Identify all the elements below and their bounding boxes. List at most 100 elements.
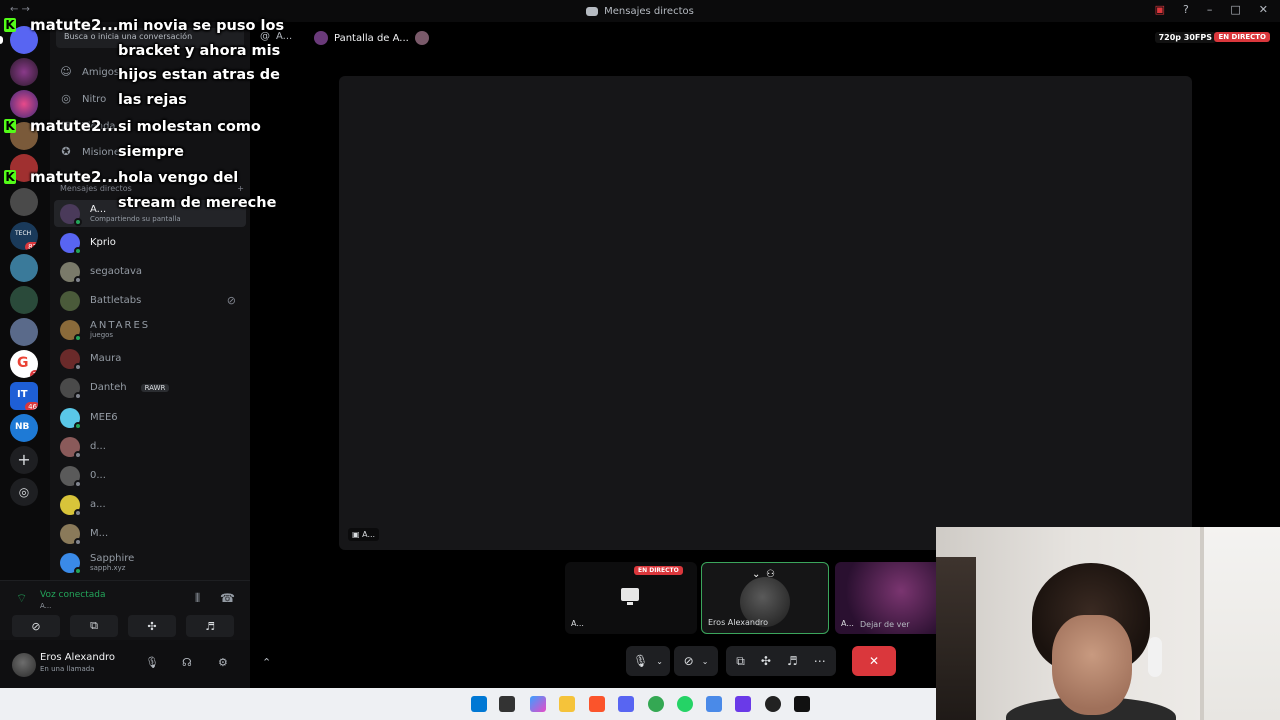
minimize-button[interactable]: – — [1207, 3, 1213, 16]
app-icon[interactable] — [735, 696, 751, 712]
dm-item[interactable]: Danteh RAWR — [54, 374, 246, 401]
clan-tag: RAWR — [140, 383, 170, 392]
dm-item[interactable]: segaotava — [54, 258, 246, 285]
nitro-icon: ◎ — [61, 92, 71, 105]
soundboard-icon: ♬ — [786, 654, 798, 668]
noise-suppression-icon[interactable]: ⫴ — [195, 591, 200, 606]
avatar — [60, 232, 82, 255]
server-icon[interactable] — [10, 286, 38, 314]
leave-tooltip: Dejar de ver — [860, 620, 910, 629]
headphones-icon[interactable]: ☊ — [182, 656, 192, 669]
camera-button[interactable]: ⊘ — [12, 615, 60, 637]
server-icon[interactable] — [10, 58, 38, 86]
person-face — [1052, 615, 1132, 715]
stream-screen[interactable] — [339, 76, 1192, 550]
dm-item[interactable]: Kprio — [54, 229, 246, 256]
blocked-icon: ⊘ — [226, 294, 236, 307]
chevron-down-icon: ⌄ — [701, 656, 709, 666]
participant-tile[interactable]: ⌄ ⚇ Eros Alexandro — [701, 562, 829, 634]
settings-icon[interactable]: ⚙ — [218, 656, 228, 669]
server-badge: 46 — [25, 402, 38, 410]
nav-nitro[interactable]: ◎ Nitro — [60, 88, 106, 110]
screen-share-icon — [621, 588, 639, 605]
mic-button[interactable]: 🎙︎ ⌄ — [626, 646, 670, 676]
user-status: En una llamada — [40, 665, 95, 673]
username: Eros Alexandro — [40, 652, 116, 663]
participant-tile[interactable]: EN DIRECTO A... — [565, 562, 697, 634]
task-view-icon[interactable] — [499, 696, 515, 712]
capcut-icon[interactable] — [794, 696, 810, 712]
share-screen-button[interactable]: ⧉ — [70, 615, 118, 637]
voice-channel[interactable]: A... — [40, 602, 51, 610]
add-server-button[interactable]: + — [10, 446, 38, 474]
windows-taskbar — [0, 688, 936, 720]
avatar — [414, 31, 429, 45]
leave-call-button[interactable]: ✕ — [852, 646, 896, 676]
dm-item[interactable]: MEE6 — [54, 404, 246, 431]
microphone-icon[interactable]: 🎙︎ — [145, 656, 159, 669]
webcam-feed — [936, 527, 1280, 720]
avatar — [60, 203, 82, 226]
disconnect-icon[interactable]: ☎ — [220, 591, 235, 605]
whatsapp-icon[interactable] — [677, 696, 693, 712]
chat-text: mi novia se puso los bracket y ahora mis… — [118, 18, 285, 108]
app-root: ← → Mensajes directos ▣ ? – □ ✕ TECH 83 … — [0, 0, 1280, 720]
server-icon[interactable] — [10, 318, 38, 346]
camera-toggle-button[interactable]: ⊘ ⌄ — [674, 646, 718, 676]
stage-header: @ A... Pantalla de A... 720p 30FPS EN DIR… — [250, 22, 1280, 58]
avatar — [60, 552, 82, 575]
dm-item[interactable]: ANTARES juegos — [54, 316, 246, 343]
bookshelf — [936, 557, 976, 720]
voice-status[interactable]: Voz conectada — [40, 590, 105, 600]
brave-icon[interactable] — [589, 696, 605, 712]
dm-item[interactable]: M... — [54, 520, 246, 547]
server-icon[interactable] — [10, 254, 38, 282]
chat-text: si molestan como siempre — [118, 119, 261, 160]
inbox-icon[interactable]: ▣ — [1155, 3, 1165, 16]
windows-start-icon[interactable] — [471, 696, 487, 712]
stream-label: ▣ A... — [348, 528, 380, 541]
activities-button[interactable]: ✣ — [128, 615, 176, 637]
dm-item[interactable]: a... — [54, 491, 246, 518]
nav-friends[interactable]: ☺ Amigos — [60, 61, 119, 83]
server-icon[interactable]: TECH 83 — [10, 222, 38, 250]
dm-item[interactable]: Maura — [54, 345, 246, 372]
app-icon[interactable] — [706, 696, 722, 712]
live-badge: EN DIRECTO — [1214, 32, 1270, 42]
chat-user: matute2... — [30, 168, 119, 186]
discord-icon[interactable] — [618, 696, 634, 712]
window-background — [1200, 527, 1280, 720]
quests-icon: ✪ — [61, 145, 71, 158]
avatar — [60, 261, 82, 284]
avatar — [60, 319, 82, 342]
dm-item[interactable]: 0... — [54, 462, 246, 489]
chat-text: hola vengo del stream de mereche — [118, 170, 277, 211]
dm-item[interactable]: Sapphire sapph.xyz — [54, 549, 246, 576]
dm-item[interactable]: Battletabs ⊘ — [54, 287, 246, 314]
chat-user: matute2... — [30, 16, 119, 34]
chrome-icon[interactable] — [648, 696, 664, 712]
avatar[interactable] — [12, 653, 36, 677]
close-button[interactable]: ✕ — [1259, 3, 1268, 16]
share-screen-button[interactable]: ⧉ ✣ ♬ ⋯ — [726, 646, 836, 676]
server-icon[interactable]: IT 46 — [10, 382, 38, 410]
file-explorer-icon[interactable] — [559, 696, 575, 712]
nav-quests[interactable]: ✪ Misiones — [60, 141, 125, 163]
soundboard-button[interactable]: ♬ — [186, 615, 234, 637]
server-icon[interactable]: NB — [10, 414, 38, 442]
history-nav[interactable]: ← → — [10, 4, 30, 15]
chevron-down-icon: ⌄ — [656, 656, 663, 666]
server-icon[interactable]: G 2 — [10, 350, 38, 378]
dm-item[interactable]: d... — [54, 433, 246, 460]
quality-badge: 720p 30FPS — [1154, 32, 1216, 43]
avatar — [60, 290, 80, 311]
maximize-button[interactable]: □ — [1230, 3, 1240, 16]
server-icon[interactable] — [10, 90, 38, 118]
server-icon[interactable] — [10, 188, 38, 216]
explore-button[interactable]: ◎ — [10, 478, 38, 506]
copilot-icon[interactable] — [530, 696, 546, 712]
chevron-up-icon[interactable]: ⌃ — [262, 656, 271, 669]
obs-icon[interactable] — [765, 696, 781, 712]
help-icon[interactable]: ? — [1183, 3, 1189, 16]
window-title: Mensajes directos — [604, 5, 694, 17]
